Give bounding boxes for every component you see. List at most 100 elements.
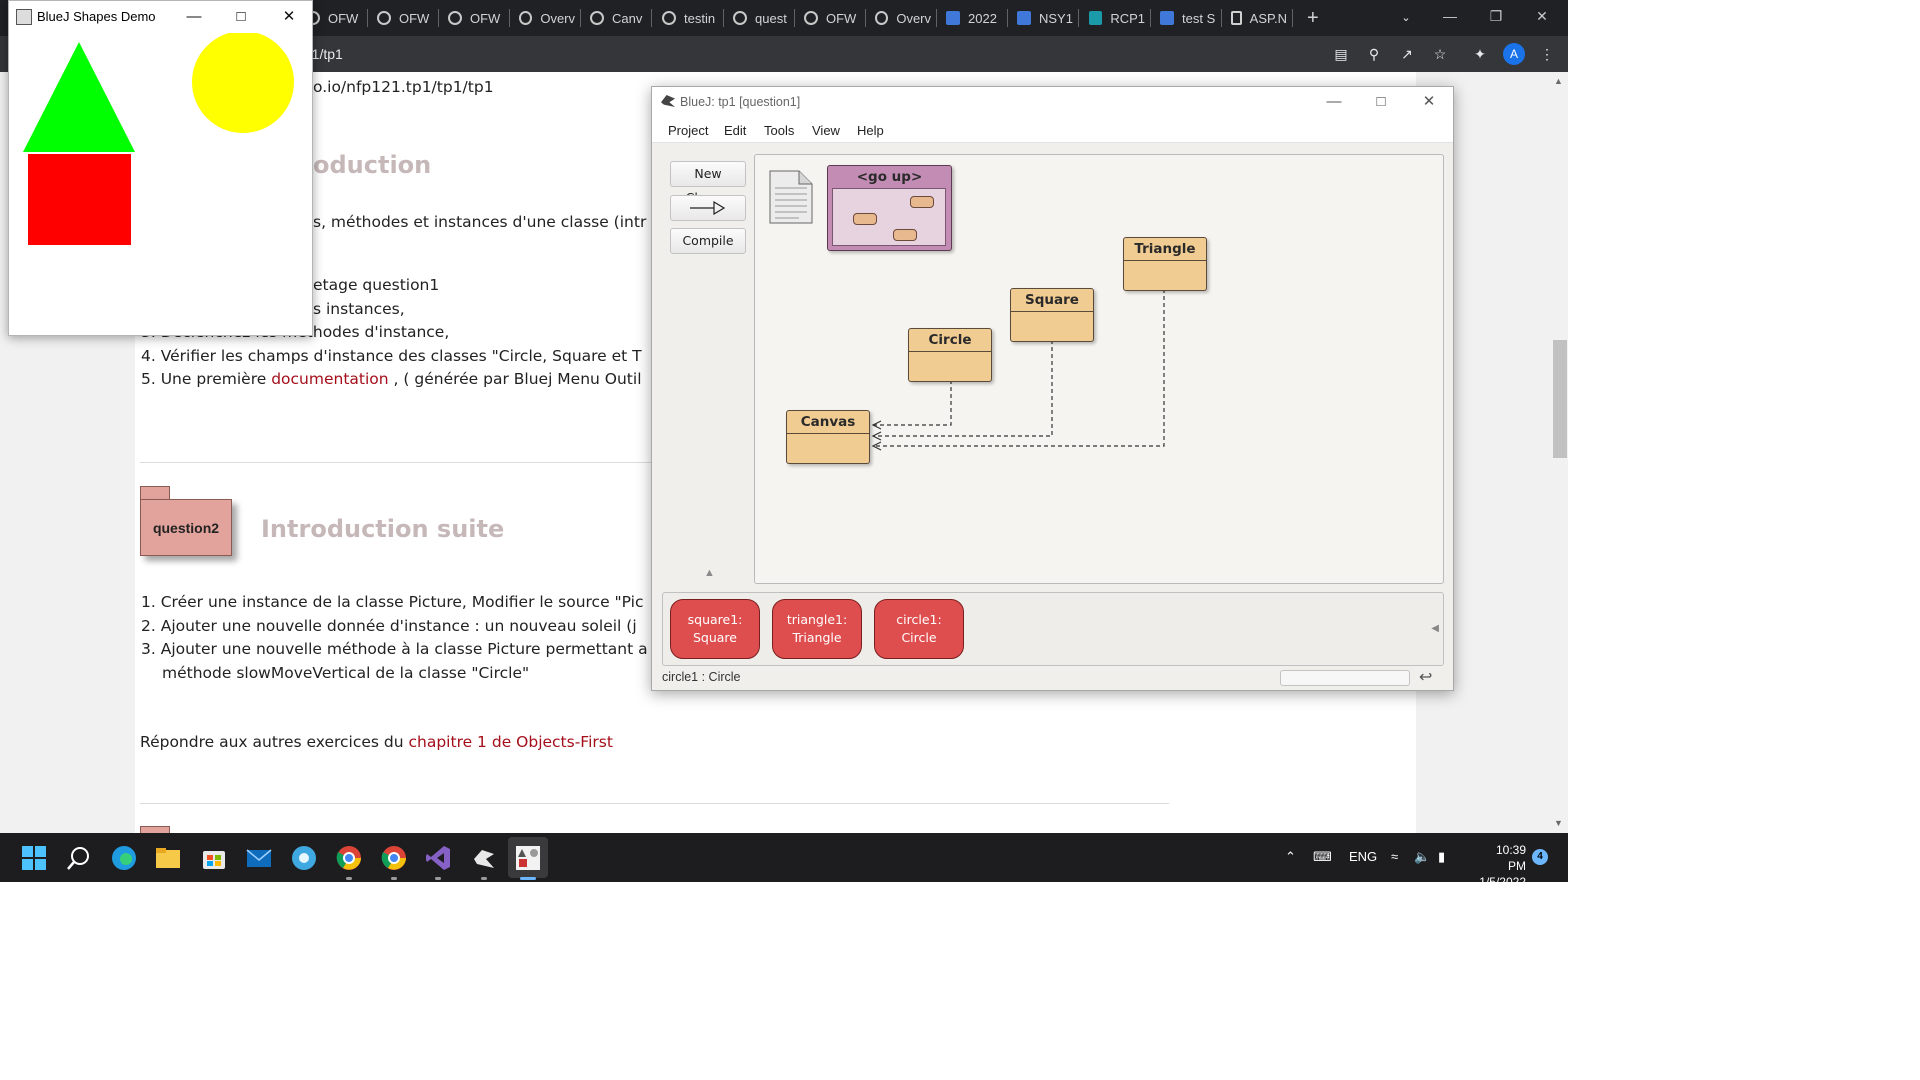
menu-project[interactable]: Project	[668, 123, 708, 138]
chapter-link[interactable]: chapitre 1 de Objects-First	[409, 733, 613, 751]
readme-file-icon[interactable]	[769, 170, 813, 224]
volume-icon[interactable]: 🔈	[1414, 849, 1430, 865]
globe-icon	[448, 11, 462, 25]
file-explorer-icon[interactable]	[155, 845, 181, 871]
chrome-profile-icon[interactable]	[381, 845, 407, 871]
menu-tools[interactable]: Tools	[764, 123, 794, 138]
browser-tab[interactable]: ASP.N	[1231, 5, 1293, 31]
list-item: s instances,	[313, 300, 405, 318]
chevron-up-icon[interactable]: ⌃	[1285, 849, 1296, 865]
minimize-icon[interactable]: —	[1440, 8, 1460, 24]
package-go-up[interactable]: <go up>	[827, 165, 952, 251]
bluej-icon[interactable]	[471, 845, 497, 871]
minimize-icon[interactable]: —	[179, 6, 209, 28]
class-diagram[interactable]: <go up> Triangle Square Circle Canvas	[754, 154, 1444, 584]
sun-shape	[192, 33, 294, 133]
menu-help[interactable]: Help	[857, 123, 884, 138]
close-icon[interactable]: ✕	[1532, 8, 1552, 25]
list-item: 3. Ajouter une nouvelle méthode à la cla…	[141, 640, 648, 658]
shapes-demo-icon[interactable]	[515, 845, 541, 871]
zoom-icon[interactable]: ⚲	[1365, 45, 1383, 63]
close-icon[interactable]: ✕	[1414, 91, 1444, 113]
compile-button[interactable]: Compile	[670, 228, 746, 254]
profile-avatar[interactable]: A	[1503, 43, 1525, 65]
reset-vm-icon[interactable]: ↩	[1419, 667, 1432, 687]
chrome-icon[interactable]	[336, 845, 362, 871]
edge-icon[interactable]	[111, 845, 137, 871]
share-icon[interactable]: ↗	[1398, 45, 1416, 63]
globe-icon	[733, 11, 747, 25]
browser-tab[interactable]: test S	[1160, 5, 1222, 31]
globe-icon	[377, 11, 391, 25]
search-icon[interactable]	[66, 845, 92, 871]
browser-tab[interactable]: OFW	[306, 5, 368, 31]
documentation-link[interactable]: documentation	[271, 370, 388, 388]
maximize-icon[interactable]: □	[226, 6, 256, 28]
browser-tab[interactable]: quest	[733, 5, 795, 31]
notification-badge[interactable]: 4	[1532, 849, 1548, 865]
package-question2[interactable]: question2	[140, 486, 232, 556]
uses-arrow-button[interactable]	[670, 195, 746, 221]
visual-studio-icon[interactable]	[425, 845, 451, 871]
browser-tab[interactable]: OFW	[448, 5, 510, 31]
scroll-down-icon[interactable]: ▼	[1554, 818, 1563, 828]
object-square1[interactable]: square1: Square	[670, 599, 760, 659]
restore-icon[interactable]: ❐	[1486, 8, 1506, 25]
keyboard-icon[interactable]: ⌨	[1313, 849, 1332, 865]
wifi-icon[interactable]: ≈	[1391, 849, 1398, 864]
class-canvas[interactable]: Canvas	[786, 410, 870, 464]
browser-tab[interactable]: OFW	[804, 5, 866, 31]
mail-icon[interactable]	[246, 845, 272, 871]
minimize-icon[interactable]: —	[1319, 91, 1349, 113]
section-heading: oduction	[313, 151, 432, 179]
class-square[interactable]: Square	[1010, 288, 1094, 342]
close-icon[interactable]: ✕	[274, 6, 304, 28]
browser-tab[interactable]: NSY1	[1017, 5, 1079, 31]
menu-view[interactable]: View	[812, 123, 840, 138]
translate-icon[interactable]: ▤	[1332, 45, 1350, 63]
list-item: méthode slowMoveVertical de la classe "C…	[162, 664, 530, 682]
scroll-up-icon[interactable]: ▲	[1554, 76, 1563, 86]
browser-tab[interactable]: Canv	[590, 5, 652, 31]
class-circle[interactable]: Circle	[908, 328, 992, 382]
object-circle1[interactable]: circle1: Circle	[874, 599, 964, 659]
machine-progress-bar	[1280, 670, 1410, 686]
browser-tab[interactable]: testin	[662, 5, 724, 31]
battery-icon[interactable]: ▮	[1438, 849, 1445, 865]
new-tab-button[interactable]: +	[1307, 5, 1319, 31]
globe-icon	[519, 11, 533, 25]
class-triangle[interactable]: Triangle	[1123, 237, 1207, 291]
browser-tab[interactable]: 2022	[946, 5, 1008, 31]
status-bar-text: circle1 : Circle	[662, 670, 741, 684]
menu-kebab-icon[interactable]: ⋮	[1538, 45, 1556, 63]
shapes-canvas	[23, 33, 294, 245]
store-icon[interactable]	[201, 845, 227, 871]
browser-tab[interactable]: Overv	[875, 5, 937, 31]
arrow-icon	[690, 201, 726, 215]
divider	[140, 803, 1169, 804]
system-clock[interactable]: 10:39 PM 1/5/2022	[1476, 842, 1526, 890]
bench-scroll-icon[interactable]: ◀	[1431, 623, 1439, 634]
tab-search-icon[interactable]: ⌄	[1397, 9, 1415, 27]
bookmark-star-icon[interactable]: ☆	[1431, 45, 1449, 63]
dependency-arrow	[873, 380, 952, 426]
language-indicator[interactable]: ENG	[1349, 849, 1377, 864]
maximize-icon[interactable]: □	[1366, 91, 1396, 113]
collapse-arrow-icon[interactable]: ▲	[704, 567, 715, 579]
browser-tab[interactable]: Overv	[519, 5, 581, 31]
classroom-icon	[946, 11, 960, 25]
address-bar[interactable]: tp1/tp1	[300, 41, 1320, 67]
globe-icon	[804, 11, 818, 25]
scrollbar-thumb[interactable]	[1553, 340, 1567, 458]
browser-tab[interactable]: OFW	[377, 5, 439, 31]
object-triangle1[interactable]: triangle1: Triangle	[772, 599, 862, 659]
windows-start-icon[interactable]	[21, 845, 47, 871]
triangle-shape	[23, 42, 135, 152]
menu-edit[interactable]: Edit	[724, 123, 746, 138]
extensions-icon[interactable]: ✦	[1471, 45, 1489, 63]
photos-icon[interactable]	[291, 845, 317, 871]
section-heading: Introduction suite	[261, 515, 505, 543]
window-title: BlueJ Shapes Demo	[37, 9, 156, 24]
new-class-button[interactable]: New Class...	[670, 161, 746, 205]
browser-tab[interactable]: RCP1	[1089, 5, 1151, 31]
